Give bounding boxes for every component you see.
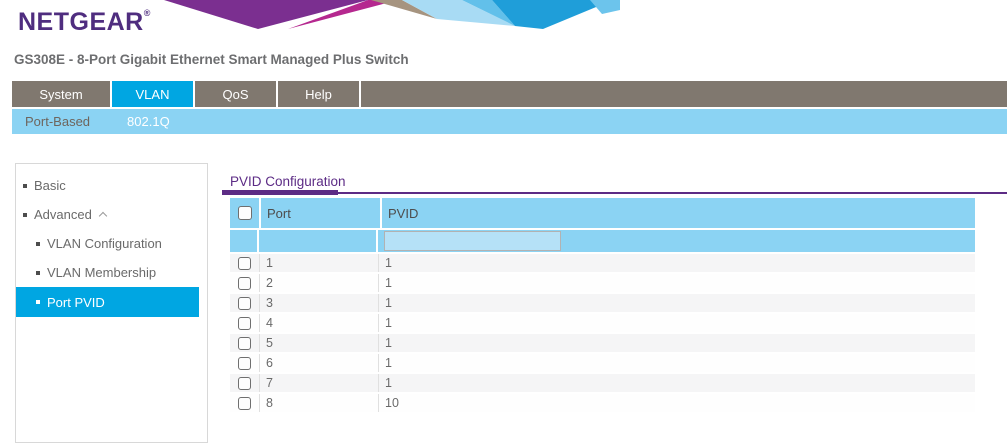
sidebar-item-advanced[interactable]: Advanced <box>16 200 207 229</box>
sidebar-item-vlan-membership[interactable]: VLAN Membership <box>16 258 207 287</box>
port-cell: 7 <box>259 374 378 392</box>
device-title: GS308E - 8-Port Gigabit Ethernet Smart M… <box>14 52 409 67</box>
table-input-row <box>230 230 975 252</box>
checkbox-cell <box>230 394 259 412</box>
row-checkbox-port-4[interactable] <box>238 317 251 330</box>
sidebar-item-label: VLAN Configuration <box>47 236 162 251</box>
table-row: 4 1 <box>230 314 975 332</box>
pvid-cell: 1 <box>378 374 975 392</box>
column-header-pvid: PVID <box>382 198 975 228</box>
subnav-item-802-1q[interactable]: 802.1Q <box>114 114 183 129</box>
header-checkbox-cell <box>230 198 259 228</box>
sidebar-item-label: Port PVID <box>47 295 105 310</box>
logo-text: NETGEAR <box>18 8 144 36</box>
row-checkbox-port-5[interactable] <box>238 337 251 350</box>
pvid-cell: 1 <box>378 354 975 372</box>
main-nav: System VLAN QoS Help <box>12 81 1007 107</box>
pvid-input[interactable] <box>384 231 561 251</box>
row-checkbox-port-3[interactable] <box>238 297 251 310</box>
chevron-up-icon <box>99 212 107 220</box>
sidebar: Basic Advanced VLAN Configuration VLAN M… <box>15 163 208 443</box>
checkbox-cell <box>230 334 259 352</box>
page-heading: PVID Configuration <box>230 174 346 189</box>
pvid-cell: 1 <box>378 274 975 292</box>
pvid-cell: 1 <box>378 314 975 332</box>
port-cell: 2 <box>259 274 378 292</box>
pvid-cell: 1 <box>378 294 975 312</box>
row-checkbox-port-7[interactable] <box>238 377 251 390</box>
pvid-cell: 10 <box>378 394 975 412</box>
checkbox-cell <box>230 354 259 372</box>
port-cell: 5 <box>259 334 378 352</box>
pvid-cell: 1 <box>378 334 975 352</box>
row-checkbox-port-2[interactable] <box>238 277 251 290</box>
column-header-port: Port <box>261 198 380 228</box>
input-row-pvid-cell <box>378 230 975 252</box>
sidebar-item-vlan-configuration[interactable]: VLAN Configuration <box>16 229 207 258</box>
bullet-icon <box>36 300 40 304</box>
row-checkbox-port-1[interactable] <box>238 257 251 270</box>
port-cell: 6 <box>259 354 378 372</box>
table-row: 7 1 <box>230 374 975 392</box>
checkbox-cell <box>230 374 259 392</box>
sidebar-item-label: Advanced <box>34 207 92 222</box>
pvid-cell: 1 <box>378 254 975 272</box>
checkbox-cell <box>230 274 259 292</box>
checkbox-cell <box>230 254 259 272</box>
table-row: 6 1 <box>230 354 975 372</box>
bullet-icon <box>23 184 27 188</box>
banner-graphic-icon <box>140 0 620 29</box>
port-cell: 8 <box>259 394 378 412</box>
table-row: 2 1 <box>230 274 975 292</box>
input-row-checkbox-cell <box>230 230 259 252</box>
vlan-subnav: Port-Based 802.1Q <box>12 109 1007 134</box>
port-cell: 3 <box>259 294 378 312</box>
subnav-item-port-based[interactable]: Port-Based <box>12 114 103 129</box>
heading-rule-accent <box>222 190 338 195</box>
sidebar-item-basic[interactable]: Basic <box>16 171 207 200</box>
tab-help[interactable]: Help <box>278 81 359 107</box>
port-cell: 4 <box>259 314 378 332</box>
table-row: 5 1 <box>230 334 975 352</box>
sidebar-item-label: Basic <box>34 178 66 193</box>
row-checkbox-port-8[interactable] <box>238 397 251 410</box>
checkbox-cell <box>230 314 259 332</box>
table-row: 1 1 <box>230 254 975 272</box>
bullet-icon <box>23 213 27 217</box>
registered-mark: ® <box>144 8 151 18</box>
input-row-port-cell <box>259 230 378 252</box>
bullet-icon <box>36 242 40 246</box>
tab-qos[interactable]: QoS <box>195 81 276 107</box>
table-row: 8 10 <box>230 394 975 412</box>
bullet-icon <box>36 271 40 275</box>
tab-vlan[interactable]: VLAN <box>112 81 193 107</box>
pvid-table: Port PVID 1 1 2 1 <box>230 198 975 414</box>
port-cell: 1 <box>259 254 378 272</box>
tab-system[interactable]: System <box>12 81 110 107</box>
sidebar-item-port-pvid[interactable]: Port PVID <box>16 287 199 317</box>
nav-filler <box>361 81 1007 107</box>
table-header-row: Port PVID <box>230 198 975 228</box>
sidebar-item-label: VLAN Membership <box>47 265 156 280</box>
page: NETGEAR® GS308E - 8-Port Gigabit Etherne… <box>0 0 1007 439</box>
checkbox-cell <box>230 294 259 312</box>
heading-rule <box>222 192 1007 194</box>
table-row: 3 1 <box>230 294 975 312</box>
netgear-logo: NETGEAR® <box>18 8 151 37</box>
select-all-checkbox[interactable] <box>238 206 252 220</box>
row-checkbox-port-6[interactable] <box>238 357 251 370</box>
